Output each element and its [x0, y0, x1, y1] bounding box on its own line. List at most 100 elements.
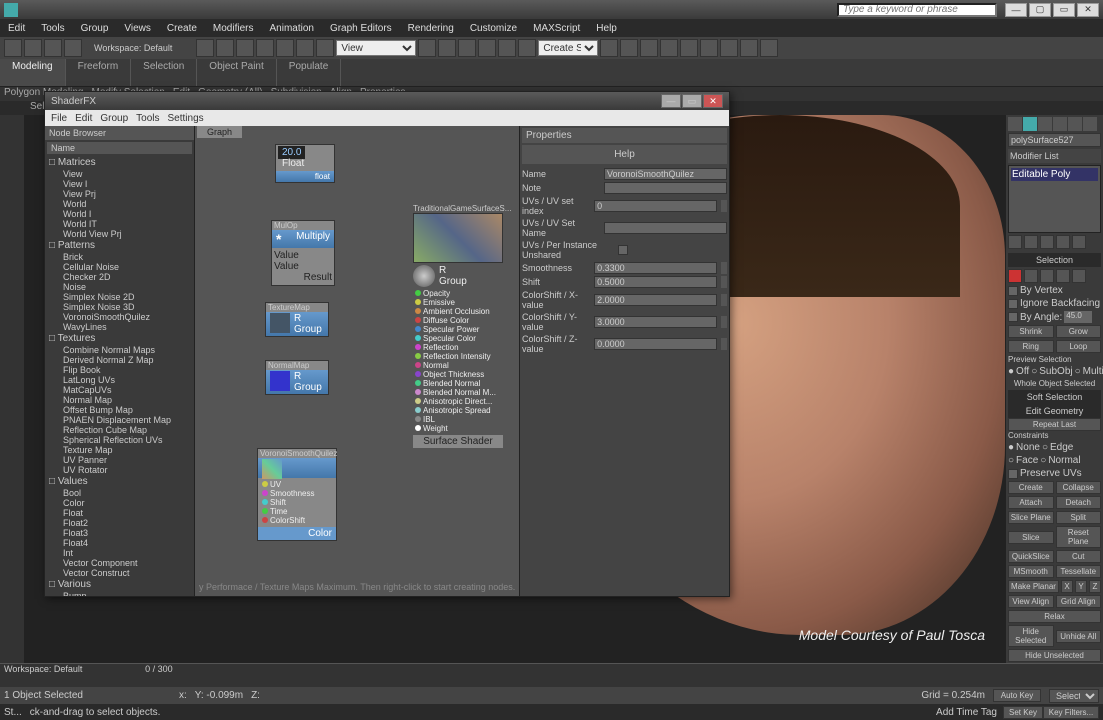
node-mulop[interactable]: MulOp *Multiply Value Value Result	[271, 220, 335, 286]
reset-plane-button[interactable]: Reset Plane	[1056, 526, 1102, 548]
planar-x-button[interactable]: X	[1061, 580, 1073, 593]
hierarchy-tab-icon[interactable]	[1038, 117, 1052, 131]
pin-stack-icon[interactable]	[1008, 235, 1022, 249]
snap-button[interactable]	[438, 39, 456, 57]
spinner-icon[interactable]	[721, 262, 727, 274]
coord-system-dropdown[interactable]: View	[336, 40, 416, 56]
tree-item[interactable]: Bump	[47, 591, 192, 596]
prop-input[interactable]	[594, 276, 717, 288]
collapse-button[interactable]: Collapse	[1056, 481, 1102, 494]
tree-item[interactable]: Vector Construct	[47, 568, 192, 578]
constraint-edge-radio[interactable]: ○	[1042, 442, 1048, 453]
tree-item[interactable]: Float3	[47, 528, 192, 538]
planar-y-button[interactable]: Y	[1075, 580, 1087, 593]
ring-button[interactable]: Ring	[1008, 340, 1054, 353]
modify-tab-icon[interactable]	[1023, 117, 1037, 131]
spinner-icon[interactable]	[721, 200, 727, 212]
tree-category[interactable]: □ Values	[47, 475, 192, 488]
undo-button[interactable]	[4, 39, 22, 57]
sfx-close-icon[interactable]: ✕	[703, 94, 723, 108]
tree-item[interactable]: World I	[47, 209, 192, 219]
menu-animation[interactable]: Animation	[265, 23, 317, 34]
render-frame-button[interactable]	[740, 39, 758, 57]
attach-button[interactable]: Attach	[1008, 496, 1054, 509]
tree-item[interactable]: Simplex Noise 2D	[47, 292, 192, 302]
prop-input[interactable]	[604, 182, 727, 194]
split-button[interactable]: Split	[1056, 511, 1102, 524]
prop-input[interactable]	[604, 168, 727, 180]
object-name-field[interactable]	[1008, 133, 1101, 147]
node-texturemap[interactable]: TextureMap RGroup	[265, 302, 329, 337]
tree-item[interactable]: WavyLines	[47, 322, 192, 332]
polygon-subobj-icon[interactable]	[1056, 269, 1070, 283]
grow-button[interactable]: Grow	[1056, 325, 1102, 338]
node-float-const[interactable]: 20.0 Float float	[275, 144, 335, 183]
menu-views[interactable]: Views	[120, 23, 155, 34]
detach-button[interactable]: Detach	[1056, 496, 1102, 509]
tree-item[interactable]: Derived Normal Z Map	[47, 355, 192, 365]
tree-item[interactable]: Flip Book	[47, 365, 192, 375]
redo-button[interactable]	[24, 39, 42, 57]
menu-graph-editors[interactable]: Graph Editors	[326, 23, 396, 34]
move-button[interactable]	[276, 39, 294, 57]
percent-snap-button[interactable]	[478, 39, 496, 57]
tree-item[interactable]: Float	[47, 508, 192, 518]
prop-input[interactable]	[594, 262, 717, 274]
tree-item[interactable]: Spherical Reflection UVs	[47, 435, 192, 445]
preview-off-radio[interactable]: ●	[1008, 366, 1014, 377]
spinner-icon[interactable]	[721, 294, 727, 306]
tree-item[interactable]: Color	[47, 498, 192, 508]
menu-help[interactable]: Help	[592, 23, 621, 34]
select-button[interactable]	[196, 39, 214, 57]
tree-item[interactable]: Texture Map	[47, 445, 192, 455]
make-planar-button[interactable]: Make Planar	[1008, 580, 1059, 593]
select-name-button[interactable]	[216, 39, 234, 57]
preview-subobj-radio[interactable]: ○	[1031, 366, 1037, 377]
ribbon-tab-object-paint[interactable]: Object Paint	[197, 59, 276, 86]
spinner-icon[interactable]	[721, 316, 727, 328]
tree-item[interactable]: View I	[47, 179, 192, 189]
scale-button[interactable]	[316, 39, 334, 57]
node-tree[interactable]: Name □ MatricesViewView IView PrjWorldWo…	[45, 140, 194, 596]
tree-item[interactable]: LatLong UVs	[47, 375, 192, 385]
tree-item[interactable]: Checker 2D	[47, 272, 192, 282]
selection-rollout[interactable]: Selection	[1008, 253, 1101, 267]
tree-item[interactable]: Vector Component	[47, 558, 192, 568]
ribbon-tab-populate[interactable]: Populate	[277, 59, 341, 86]
menu-edit[interactable]: Edit	[4, 23, 29, 34]
planar-z-button[interactable]: Z	[1089, 580, 1101, 593]
edge-subobj-icon[interactable]	[1024, 269, 1038, 283]
constraint-face-radio[interactable]: ○	[1008, 455, 1014, 466]
edit-geometry-rollout[interactable]: Edit Geometry	[1008, 404, 1101, 418]
create-tab-icon[interactable]	[1008, 117, 1022, 131]
named-selection-dropdown[interactable]: Create Selection S	[538, 40, 598, 56]
slice-button[interactable]: Slice	[1008, 531, 1054, 544]
tree-item[interactable]: Combine Normal Maps	[47, 345, 192, 355]
cut-button[interactable]: Cut	[1056, 550, 1102, 563]
menu-modifiers[interactable]: Modifiers	[209, 23, 258, 34]
menu-tools[interactable]: Tools	[37, 23, 68, 34]
tree-category[interactable]: □ Matrices	[47, 156, 192, 169]
utilities-tab-icon[interactable]	[1083, 117, 1097, 131]
loop-button[interactable]: Loop	[1056, 340, 1102, 353]
restore-icon[interactable]: ▢	[1029, 3, 1051, 17]
tree-item[interactable]: View	[47, 169, 192, 179]
soft-selection-rollout[interactable]: Soft Selection	[1008, 390, 1101, 404]
view-align-button[interactable]: View Align	[1008, 595, 1054, 608]
quickslice-button[interactable]: QuickSlice	[1008, 550, 1054, 563]
tree-category[interactable]: □ Textures	[47, 332, 192, 345]
menu-group[interactable]: Group	[77, 23, 113, 34]
tree-item[interactable]: Simplex Noise 3D	[47, 302, 192, 312]
slice-plane-button[interactable]: Slice Plane	[1008, 511, 1054, 524]
menu-create[interactable]: Create	[163, 23, 201, 34]
help-search-input[interactable]	[837, 3, 997, 17]
tree-item[interactable]: Normal Map	[47, 395, 192, 405]
tree-item[interactable]: View Prj	[47, 189, 192, 199]
node-voronoi[interactable]: VoronoiSmoothQuilez UVSmoothnessShiftTim…	[257, 448, 337, 541]
tree-item[interactable]: Offset Bump Map	[47, 405, 192, 415]
tree-category[interactable]: □ Patterns	[47, 239, 192, 252]
vertex-subobj-icon[interactable]	[1008, 269, 1022, 283]
constraint-none-radio[interactable]: ●	[1008, 442, 1014, 453]
taskbar-start[interactable]: St...	[4, 707, 22, 718]
tree-item[interactable]: Cellular Noise	[47, 262, 192, 272]
